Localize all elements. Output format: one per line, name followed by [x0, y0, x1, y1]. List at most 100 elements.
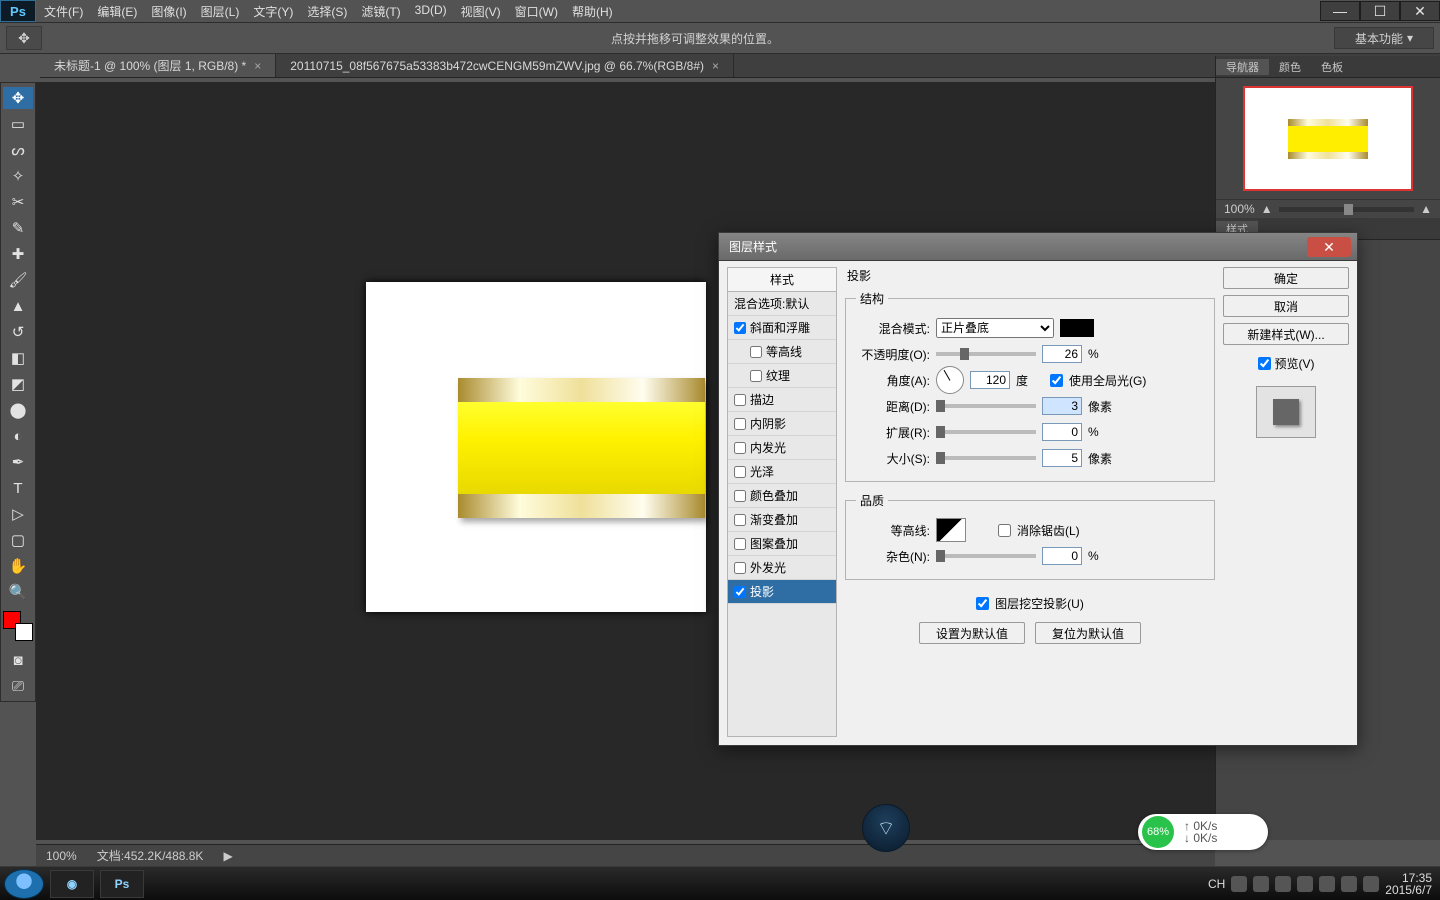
- style-row[interactable]: 图案叠加: [728, 532, 836, 556]
- contour-picker[interactable]: [936, 518, 966, 542]
- style-row[interactable]: 斜面和浮雕: [728, 316, 836, 340]
- opacity-input[interactable]: [1042, 345, 1082, 363]
- taskbar-app-photoshop[interactable]: Ps: [100, 870, 144, 898]
- new-style-button[interactable]: 新建样式(W)...: [1223, 323, 1349, 345]
- document-tab[interactable]: 未标题-1 @ 100% (图层 1, RGB/8) *×: [40, 54, 276, 77]
- style-row[interactable]: 等高线: [728, 340, 836, 364]
- style-row[interactable]: 内阴影: [728, 412, 836, 436]
- ime-indicator[interactable]: CH: [1208, 877, 1225, 891]
- window-maximize-button[interactable]: ☐: [1360, 1, 1400, 21]
- blur-tool[interactable]: ⬤: [3, 399, 33, 421]
- network-speed-widget[interactable]: 68% ↑ 0K/s ↓ 0K/s: [1138, 814, 1268, 850]
- make-default-button[interactable]: 设置为默认值: [919, 622, 1025, 644]
- lasso-tool[interactable]: ᔕ: [3, 139, 33, 161]
- style-checkbox[interactable]: [734, 442, 746, 454]
- style-row[interactable]: 投影: [728, 580, 836, 604]
- navigator-zoom-slider[interactable]: [1279, 207, 1415, 212]
- noise-slider[interactable]: [936, 554, 1036, 558]
- panel-tab[interactable]: 颜色: [1269, 59, 1311, 75]
- style-row[interactable]: 颜色叠加: [728, 484, 836, 508]
- cancel-button[interactable]: 取消: [1223, 295, 1349, 317]
- pen-tool[interactable]: ✒: [3, 451, 33, 473]
- style-row[interactable]: 描边: [728, 388, 836, 412]
- use-global-light-checkbox[interactable]: [1050, 374, 1063, 387]
- gradient-tool[interactable]: ◩: [3, 373, 33, 395]
- menu-item[interactable]: 编辑(E): [97, 3, 137, 20]
- taskbar-app-browser[interactable]: ◉: [50, 870, 94, 898]
- menu-item[interactable]: 窗口(W): [515, 3, 558, 20]
- size-input[interactable]: [1042, 449, 1082, 467]
- menu-item[interactable]: 图像(I): [151, 3, 186, 20]
- menu-item[interactable]: 图层(L): [201, 3, 240, 20]
- tray-icon[interactable]: [1341, 876, 1357, 892]
- status-zoom[interactable]: 100%: [46, 849, 77, 863]
- style-row[interactable]: 光泽: [728, 460, 836, 484]
- close-icon[interactable]: ×: [254, 59, 261, 73]
- tray-icon[interactable]: [1319, 876, 1335, 892]
- size-slider[interactable]: [936, 456, 1036, 460]
- opacity-slider[interactable]: [936, 352, 1036, 356]
- angle-dial[interactable]: [936, 366, 964, 394]
- healing-tool[interactable]: ✚: [3, 243, 33, 265]
- type-tool[interactable]: T: [3, 477, 33, 499]
- screenmode-toggle[interactable]: ⎚: [3, 675, 33, 697]
- zoom-tool[interactable]: 🔍: [3, 581, 33, 603]
- distance-slider[interactable]: [936, 404, 1036, 408]
- status-arrow-icon[interactable]: ▶: [223, 849, 232, 863]
- blend-mode-select[interactable]: 正片叠底: [936, 318, 1054, 338]
- shape-tool[interactable]: ▢: [3, 529, 33, 551]
- color-swatches[interactable]: [3, 611, 33, 641]
- style-row[interactable]: 外发光: [728, 556, 836, 580]
- taskbar-clock[interactable]: 17:35 2015/6/7: [1385, 872, 1432, 896]
- style-checkbox[interactable]: [734, 490, 746, 502]
- window-close-button[interactable]: ✕: [1400, 1, 1440, 21]
- path-select-tool[interactable]: ▷: [3, 503, 33, 525]
- workspace-switcher[interactable]: 基本功能 ▾: [1334, 27, 1434, 49]
- background-swatch[interactable]: [15, 623, 33, 641]
- spread-slider[interactable]: [936, 430, 1036, 434]
- angle-input[interactable]: [970, 371, 1010, 389]
- panel-tab[interactable]: 导航器: [1216, 59, 1269, 75]
- panel-tab[interactable]: 色板: [1311, 59, 1353, 75]
- style-row[interactable]: 混合选项:默认: [728, 292, 836, 316]
- tray-icon[interactable]: [1231, 876, 1247, 892]
- style-row[interactable]: 渐变叠加: [728, 508, 836, 532]
- style-checkbox[interactable]: [734, 466, 746, 478]
- style-checkbox[interactable]: [734, 322, 746, 334]
- history-brush-tool[interactable]: ↺: [3, 321, 33, 343]
- style-checkbox[interactable]: [734, 394, 746, 406]
- hand-tool[interactable]: ✋: [3, 555, 33, 577]
- magic-wand-tool[interactable]: ✧: [3, 165, 33, 187]
- status-doc-size[interactable]: 文档:452.2K/488.8K: [97, 847, 204, 864]
- style-checkbox[interactable]: [734, 418, 746, 430]
- tray-icon[interactable]: [1363, 876, 1379, 892]
- zoom-out-icon[interactable]: ▲: [1261, 202, 1273, 216]
- menu-item[interactable]: 选择(S): [307, 3, 347, 20]
- window-minimize-button[interactable]: —: [1320, 1, 1360, 21]
- close-icon[interactable]: ×: [712, 59, 719, 73]
- brush-tool[interactable]: 🖌: [3, 269, 33, 291]
- start-button[interactable]: [4, 869, 44, 899]
- style-row[interactable]: 纹理: [728, 364, 836, 388]
- spread-input[interactable]: [1042, 423, 1082, 441]
- document-tab[interactable]: 20110715_08f567675a53383b472cwCENGM59mZW…: [276, 54, 734, 77]
- style-checkbox[interactable]: [734, 586, 746, 598]
- menu-item[interactable]: 滤镜(T): [361, 3, 400, 20]
- preview-checkbox[interactable]: [1258, 357, 1271, 370]
- tray-icon[interactable]: [1253, 876, 1269, 892]
- tray-icon[interactable]: [1297, 876, 1313, 892]
- eyedropper-tool[interactable]: ✎: [3, 217, 33, 239]
- style-checkbox[interactable]: [750, 370, 762, 382]
- menu-item[interactable]: 视图(V): [461, 3, 501, 20]
- reset-default-button[interactable]: 复位为默认值: [1035, 622, 1141, 644]
- menu-item[interactable]: 帮助(H): [572, 3, 613, 20]
- navigator-thumbnail[interactable]: [1243, 86, 1413, 191]
- style-checkbox[interactable]: [750, 346, 762, 358]
- stamp-tool[interactable]: ▲: [3, 295, 33, 317]
- quickmask-toggle[interactable]: ◙: [3, 649, 33, 671]
- menu-item[interactable]: 文字(Y): [253, 3, 293, 20]
- antialias-checkbox[interactable]: [998, 524, 1011, 537]
- dialog-close-button[interactable]: ✕: [1307, 237, 1351, 257]
- shadow-color-swatch[interactable]: [1060, 319, 1094, 337]
- move-tool[interactable]: ✥: [3, 87, 33, 109]
